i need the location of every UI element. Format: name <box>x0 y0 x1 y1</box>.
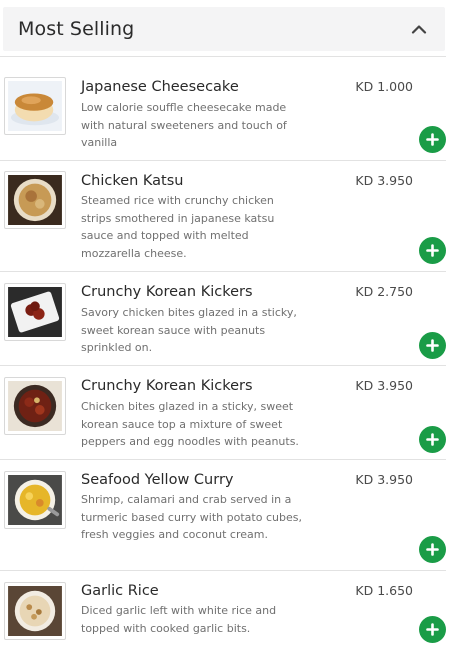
add-to-cart-button[interactable] <box>419 536 446 563</box>
add-to-cart-button[interactable] <box>419 332 446 359</box>
item-image[interactable] <box>4 283 66 341</box>
item-description: Low calorie souffle cheesecake made with… <box>81 101 287 149</box>
menu-item[interactable]: Japanese Cheesecake Low calorie souffle … <box>0 56 446 160</box>
item-description: Chicken bites glazed in a sticky, sweet … <box>81 400 299 448</box>
section-title: Most Selling <box>18 18 135 40</box>
menu-item[interactable]: Crunchy Korean Kickers Savory chicken bi… <box>0 271 446 365</box>
item-image[interactable] <box>4 471 66 529</box>
item-image[interactable] <box>4 171 66 229</box>
item-price: KD 3.950 <box>355 173 413 188</box>
chevron-up-icon[interactable] <box>399 9 439 49</box>
menu-item[interactable]: Chicken Katsu Steamed rice with crunchy … <box>0 160 446 271</box>
item-name[interactable]: Crunchy Korean Kickers <box>81 378 253 394</box>
add-to-cart-button[interactable] <box>419 237 446 264</box>
item-price: KD 2.750 <box>355 284 413 299</box>
item-description: Shrimp, calamari and crab served in a tu… <box>81 493 302 541</box>
section-header[interactable]: Most Selling <box>3 7 445 51</box>
add-to-cart-button[interactable] <box>419 126 446 153</box>
item-description: Diced garlic left with white rice and to… <box>81 604 277 635</box>
menu-item[interactable]: Crunchy Korean Kickers Chicken bites gla… <box>0 365 446 459</box>
add-to-cart-button[interactable] <box>419 616 446 643</box>
item-name[interactable]: Crunchy Korean Kickers <box>81 284 253 300</box>
item-price: KD 3.950 <box>355 472 413 487</box>
item-price: KD 1.000 <box>355 79 413 94</box>
item-price: KD 3.950 <box>355 378 413 393</box>
item-name[interactable]: Japanese Cheesecake <box>81 79 239 95</box>
item-image[interactable] <box>4 377 66 435</box>
item-image[interactable] <box>4 582 66 640</box>
item-description: Savory chicken bites glazed in a sticky,… <box>81 306 297 354</box>
item-image[interactable] <box>4 77 66 135</box>
item-name[interactable]: Chicken Katsu <box>81 173 183 189</box>
menu-item[interactable]: Seafood Yellow Curry Shrimp, calamari an… <box>0 459 446 570</box>
menu-item[interactable]: Garlic Rice Diced garlic left with white… <box>0 570 446 660</box>
item-description: Steamed rice with crunchy chicken strips… <box>81 194 275 260</box>
item-price: KD 1.650 <box>355 583 413 598</box>
most-selling-section: Most Selling Japanese Cheesecake Low cal… <box>0 0 464 660</box>
item-name[interactable]: Seafood Yellow Curry <box>81 472 233 488</box>
add-to-cart-button[interactable] <box>419 426 446 453</box>
item-name[interactable]: Garlic Rice <box>81 583 159 599</box>
